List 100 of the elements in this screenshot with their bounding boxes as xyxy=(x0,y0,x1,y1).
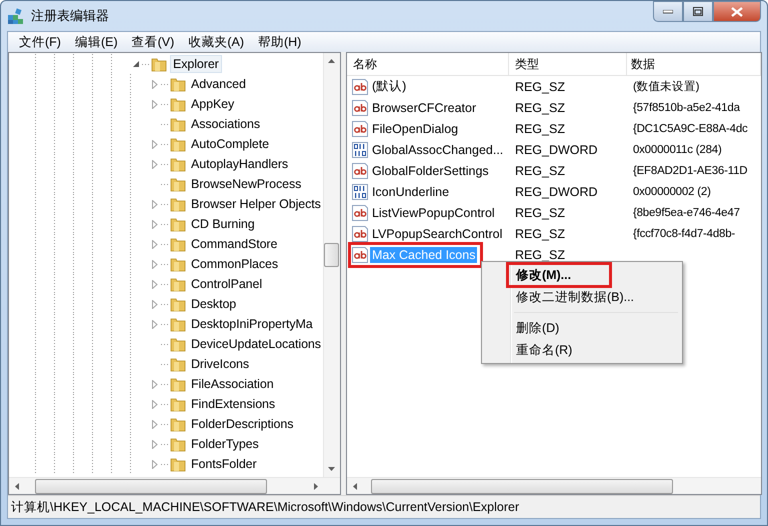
string-value-icon xyxy=(352,162,368,178)
folder-icon xyxy=(170,176,186,192)
expand-arrow-icon[interactable] xyxy=(152,320,158,328)
tree-item[interactable]: FindExtensions xyxy=(189,396,278,412)
expand-arrow-icon[interactable] xyxy=(152,140,158,148)
close-button[interactable] xyxy=(713,1,761,22)
tree-item[interactable]: Desktop xyxy=(189,296,238,312)
tree-item[interactable]: Browser Helper Objects xyxy=(189,196,323,212)
value-name[interactable]: GlobalFolderSettings xyxy=(370,162,491,178)
tree-item[interactable]: ControlPanel xyxy=(189,276,264,292)
scroll-right-icon[interactable] xyxy=(314,482,318,490)
registry-cubes-icon xyxy=(7,7,25,25)
tree-item[interactable]: Advanced xyxy=(189,76,248,92)
menu-item[interactable]: 查看(V) xyxy=(124,34,182,50)
window-title: 注册表编辑器 xyxy=(31,7,110,25)
column-header[interactable]: 类型 xyxy=(508,53,627,75)
expand-arrow-icon[interactable] xyxy=(152,160,158,168)
expand-arrow-icon[interactable] xyxy=(152,440,158,448)
scroll-thumb[interactable] xyxy=(35,478,267,494)
value-type: REG_SZ xyxy=(514,206,566,220)
horizontal-scrollbar[interactable] xyxy=(346,477,761,494)
folder-icon xyxy=(170,156,186,172)
tree-item[interactable]: FileAssociation xyxy=(189,376,276,392)
expand-arrow-icon[interactable] xyxy=(152,460,158,468)
expand-arrow-icon[interactable] xyxy=(152,240,158,248)
menu-item[interactable]: 修改二进制数据(B)... xyxy=(484,286,680,308)
expand-arrow-icon[interactable] xyxy=(152,100,158,108)
tree-item[interactable]: CD Burning xyxy=(189,216,257,232)
tree-item[interactable]: AutoplayHandlers xyxy=(189,156,290,172)
value-data: {fccf70c8-f4d7-4d8b- xyxy=(632,228,736,240)
value-type: REG_SZ xyxy=(514,164,566,178)
expand-arrow-icon[interactable] xyxy=(152,280,158,288)
menu-item[interactable]: 编辑(E) xyxy=(68,34,125,50)
string-value-icon xyxy=(352,204,368,220)
tree-item[interactable]: BrowseNewProcess xyxy=(189,176,304,192)
menu-item[interactable]: 重命名(R) xyxy=(484,339,680,361)
expand-arrow-icon[interactable] xyxy=(152,380,158,388)
folder-icon xyxy=(170,216,186,232)
menu-item[interactable]: 修改(M)... xyxy=(484,264,680,286)
maximize-button[interactable] xyxy=(683,1,713,22)
tree-item[interactable]: Associations xyxy=(189,116,262,132)
string-value-icon xyxy=(352,100,368,116)
expand-arrow-icon[interactable] xyxy=(152,200,158,208)
scroll-down-icon[interactable] xyxy=(328,467,336,471)
column-header[interactable]: 名称 xyxy=(346,53,509,75)
folder-icon xyxy=(170,136,186,152)
folder-icon xyxy=(170,116,186,132)
expand-arrow-icon[interactable] xyxy=(152,220,158,228)
tree-item[interactable]: CommonPlaces xyxy=(189,256,280,272)
folder-icon xyxy=(170,296,186,312)
scroll-left-icon[interactable] xyxy=(15,482,19,490)
expand-arrow-icon[interactable] xyxy=(152,300,158,308)
value-name[interactable]: GlobalAssocChanged... xyxy=(370,142,506,158)
menu-item[interactable]: 删除(D) xyxy=(484,317,680,339)
scroll-up-icon[interactable] xyxy=(328,59,336,63)
expand-arrow-icon[interactable] xyxy=(152,260,158,268)
tree-item[interactable]: DeviceUpdateLocations xyxy=(189,336,323,352)
folder-icon xyxy=(170,336,186,352)
expand-arrow-icon[interactable] xyxy=(152,80,158,88)
minimize-button[interactable] xyxy=(653,1,683,22)
value-name[interactable]: BrowserCFCreator xyxy=(370,100,478,116)
menu-item[interactable]: 帮助(H) xyxy=(250,34,308,50)
binary-value-icon xyxy=(352,184,368,200)
string-value-icon xyxy=(352,246,368,262)
column-header[interactable]: 数据 xyxy=(626,53,761,75)
value-type: REG_DWORD xyxy=(514,184,599,198)
value-data: {8be9f5ea-e746-4e47 xyxy=(632,206,741,218)
expanded-arrow-icon[interactable] xyxy=(132,60,140,68)
folder-icon xyxy=(170,376,186,392)
tree-item[interactable]: DesktopIniPropertyMa xyxy=(189,316,315,332)
folder-icon xyxy=(170,396,186,412)
tree-item[interactable]: DriveIcons xyxy=(189,356,252,372)
tree-item[interactable]: FolderDescriptions xyxy=(189,416,296,432)
close-icon xyxy=(731,6,743,16)
value-name[interactable]: LVPopupSearchControl xyxy=(370,226,504,242)
tree-item[interactable]: AutoComplete xyxy=(189,136,272,152)
value-name[interactable]: ListViewPopupControl xyxy=(370,204,497,220)
tree-item[interactable]: FolderTypes xyxy=(189,436,261,452)
folder-icon xyxy=(170,96,186,112)
minimize-icon xyxy=(663,10,673,14)
value-name[interactable]: IconUnderline xyxy=(370,184,452,200)
vertical-scrollbar[interactable] xyxy=(322,53,340,477)
menu-item[interactable]: 收藏夹(A) xyxy=(181,34,251,50)
scroll-thumb[interactable] xyxy=(370,478,673,494)
value-name[interactable]: FileOpenDialog xyxy=(370,120,460,136)
expand-arrow-icon[interactable] xyxy=(152,400,158,408)
value-name[interactable]: (默认) xyxy=(370,77,408,96)
scroll-left-icon[interactable] xyxy=(352,482,357,490)
value-type: REG_SZ xyxy=(514,100,566,114)
horizontal-scrollbar[interactable] xyxy=(9,477,340,494)
tree-item[interactable]: CommandStore xyxy=(189,236,280,252)
tree-item[interactable]: FontsFolder xyxy=(189,456,259,472)
value-type: REG_SZ xyxy=(514,80,566,94)
menu-item[interactable]: 文件(F) xyxy=(12,34,68,50)
folder-icon xyxy=(170,256,186,272)
tree-item[interactable]: Explorer xyxy=(170,55,222,73)
scroll-thumb[interactable] xyxy=(324,243,340,267)
expand-arrow-icon[interactable] xyxy=(152,420,158,428)
tree-item[interactable]: AppKey xyxy=(189,96,236,112)
binary-value-icon xyxy=(352,142,368,158)
